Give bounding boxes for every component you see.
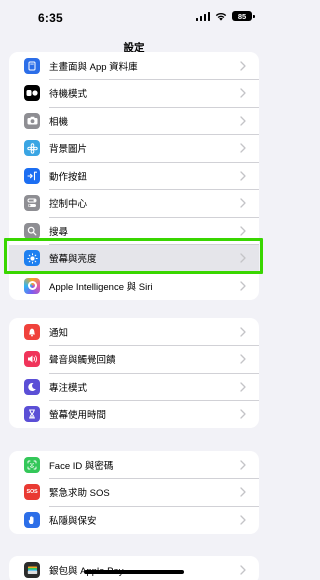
settings-row-focus[interactable]: 專注模式 (9, 373, 259, 401)
wallpaper-icon (24, 140, 40, 157)
settings-row-label: Apple Intelligence 與 Siri (49, 281, 153, 293)
settings-row-wallet[interactable]: 銀包與 Apple Pay (9, 556, 259, 580)
status-icons: 85 (195, 11, 255, 21)
chevron-right-icon (240, 198, 246, 208)
chevron-right-icon (240, 487, 246, 497)
settings-row-label: 主畫面與 App 資料庫 (49, 61, 138, 73)
settings-row-label: Face ID 與密碼 (49, 460, 114, 472)
privacy-icon (24, 511, 40, 528)
home-indicator[interactable] (84, 570, 184, 574)
wallet-icon (24, 561, 40, 578)
standby-icon (24, 85, 40, 102)
settings-row-label: 專注模式 (49, 382, 88, 394)
settings-row-screen-time[interactable]: 螢幕使用時間 (9, 401, 259, 429)
chevron-right-icon (240, 61, 246, 71)
battery-icon: 85 (232, 11, 255, 21)
settings-row-notifications[interactable]: 通知 (9, 318, 259, 346)
chevron-right-icon (240, 354, 246, 364)
action-button-icon (24, 167, 40, 184)
sos-icon: SOS (24, 484, 40, 501)
settings-row-label: 背景圖片 (49, 144, 88, 156)
settings-row-label: 螢幕使用時間 (49, 410, 107, 422)
chevron-right-icon (240, 226, 246, 236)
home-screen-icon (24, 57, 40, 74)
chevron-right-icon (240, 88, 246, 98)
face-id-icon (24, 456, 40, 473)
screen-time-icon (24, 406, 40, 423)
chevron-right-icon (240, 327, 246, 337)
settings-row-home-screen[interactable]: 主畫面與 App 資料庫 (9, 52, 259, 80)
status-time: 6:35 (38, 11, 63, 25)
sos-icon-text: SOS (26, 489, 38, 496)
settings-row-face-id[interactable]: Face ID 與密碼 (9, 451, 259, 479)
chevron-right-icon (240, 382, 246, 392)
control-center-icon (24, 195, 40, 212)
chevron-right-icon (240, 565, 246, 575)
highlight-annotation (4, 238, 263, 274)
settings-group-notifications: 通知 聲音與觸覺回饋 專注模式 螢幕使用時間 (9, 318, 259, 428)
focus-icon (24, 378, 40, 395)
settings-row-label: 搜尋 (49, 226, 69, 238)
settings-row-label: 待機模式 (49, 89, 88, 101)
settings-group-wallet: 銀包與 Apple Pay (9, 556, 259, 580)
settings-row-camera[interactable]: 相機 (9, 107, 259, 135)
settings-row-label: 動作按鈕 (49, 171, 88, 183)
settings-group-security: Face ID 與密碼 SOS 緊急求助 SOS 私隱與保安 (9, 451, 259, 534)
chevron-right-icon (240, 171, 246, 181)
camera-icon (24, 112, 40, 129)
settings-row-sos[interactable]: SOS 緊急求助 SOS (9, 479, 259, 506)
settings-row-label: 聲音與觸覺回饋 (49, 355, 116, 367)
settings-row-label: 控制中心 (49, 199, 88, 211)
settings-row-label: 相機 (49, 116, 69, 128)
search-icon (24, 222, 40, 239)
sounds-icon (24, 351, 40, 368)
settings-row-label: 通知 (49, 327, 69, 339)
chevron-right-icon (240, 409, 246, 419)
settings-row-sounds[interactable]: 聲音與觸覺回饋 (9, 346, 259, 373)
settings-row-wallpaper[interactable]: 背景圖片 (9, 135, 259, 162)
cellular-signal-icon (195, 11, 210, 21)
settings-row-label: 私隱與保安 (49, 515, 97, 527)
settings-row-siri[interactable]: Apple Intelligence 與 Siri (9, 272, 259, 300)
chevron-right-icon (240, 460, 246, 470)
settings-row-label: 緊急求助 SOS (49, 488, 110, 500)
settings-row-standby[interactable]: 待機模式 (9, 80, 259, 107)
settings-row-privacy[interactable]: 私隱與保安 (9, 506, 259, 534)
settings-row-action-button[interactable]: 動作按鈕 (9, 162, 259, 190)
notifications-icon (24, 323, 40, 340)
chevron-right-icon (240, 143, 246, 153)
siri-icon (24, 277, 40, 294)
chevron-right-icon (240, 116, 246, 126)
settings-row-control-center[interactable]: 控制中心 (9, 190, 259, 217)
wifi-icon (215, 12, 227, 21)
chevron-right-icon (240, 515, 246, 525)
chevron-right-icon (240, 281, 246, 291)
status-bar: 6:35 85 (0, 0, 268, 34)
